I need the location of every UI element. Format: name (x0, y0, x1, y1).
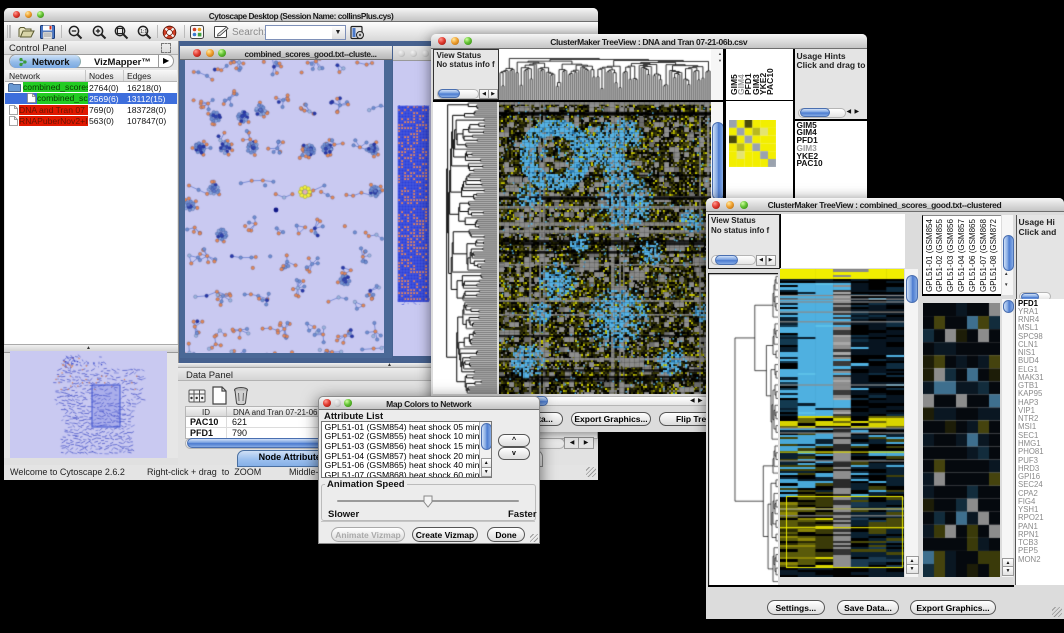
svg-text:1:1: 1:1 (140, 29, 147, 35)
